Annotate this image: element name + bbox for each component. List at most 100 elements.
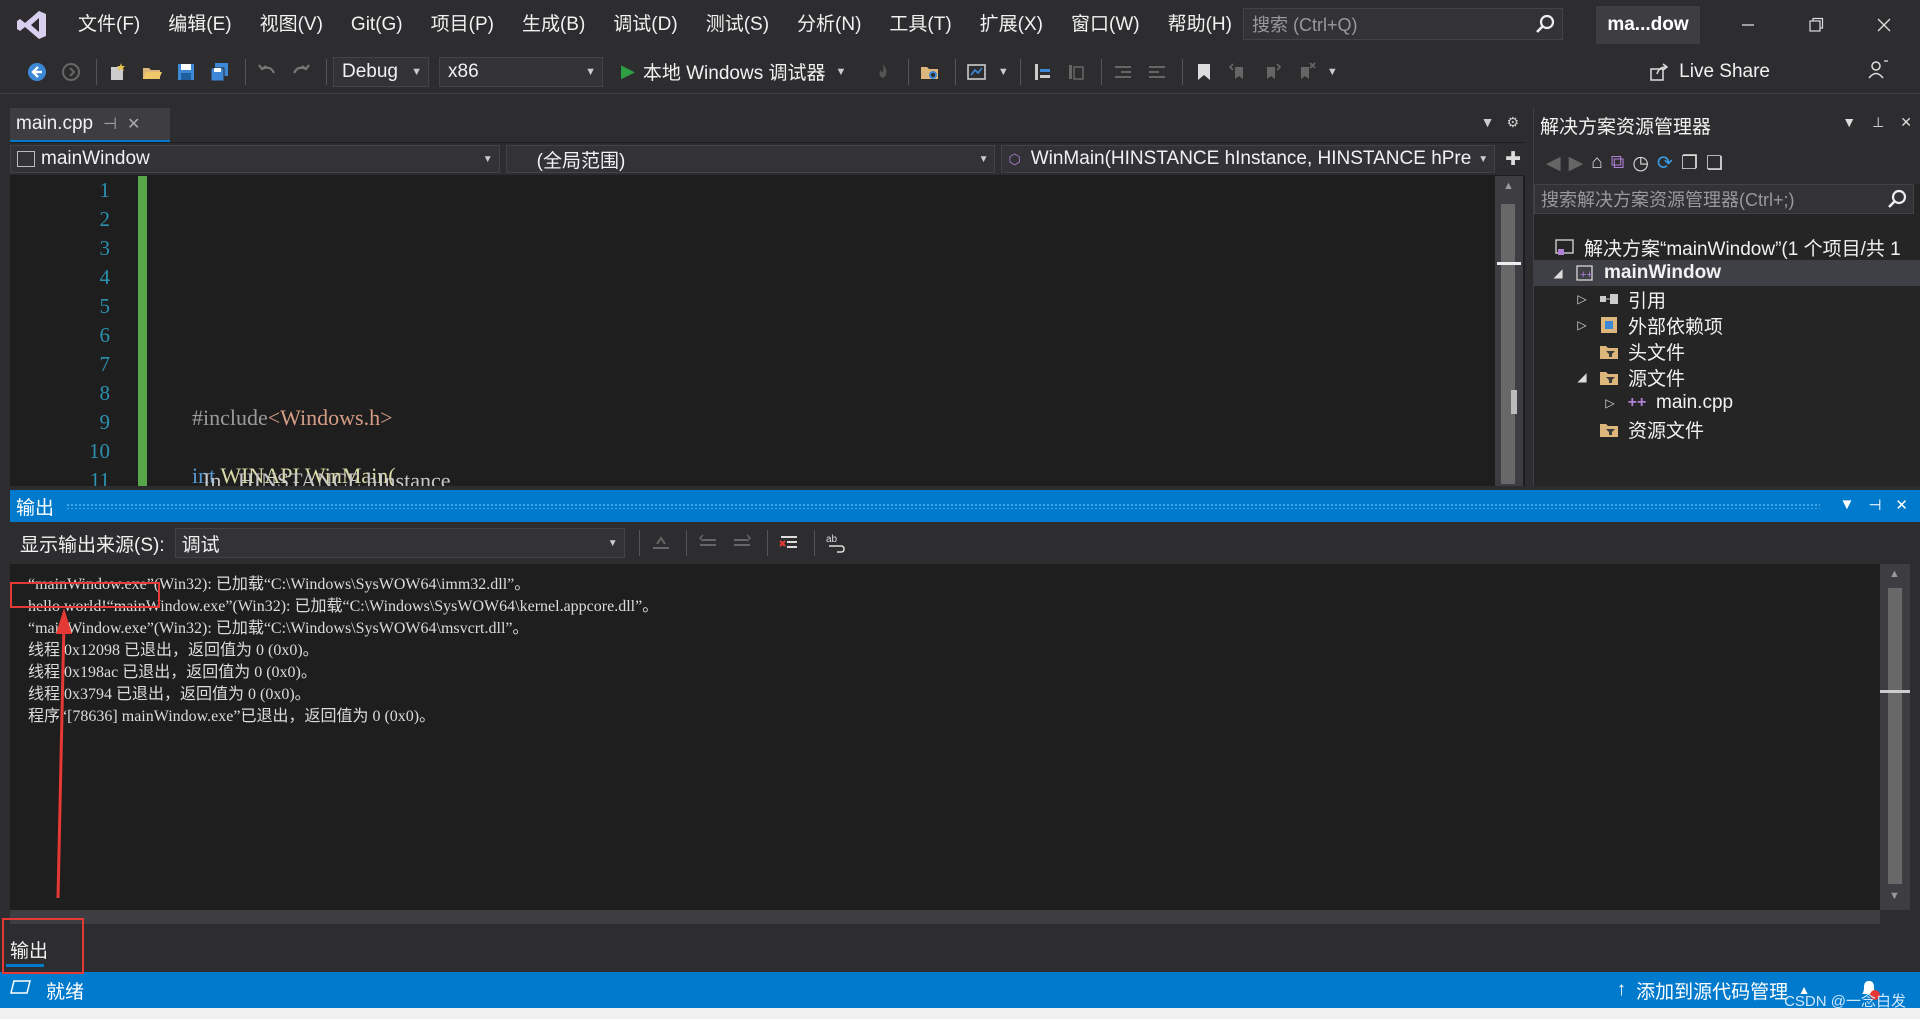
save-all-button[interactable]: [205, 57, 235, 87]
scroll-up-icon[interactable]: ▲: [1503, 180, 1514, 192]
find-message-button[interactable]: [646, 528, 676, 558]
menu-build[interactable]: 生成(B): [508, 0, 599, 50]
toggle-word-wrap-button[interactable]: ab: [821, 528, 851, 558]
split-editor-icon[interactable]: ✚: [1501, 148, 1525, 171]
project-select[interactable]: mainWindow ▼: [10, 145, 500, 173]
new-project-button[interactable]: [103, 57, 133, 87]
comment-button[interactable]: [1061, 57, 1091, 87]
back-button[interactable]: [22, 57, 52, 87]
pin-icon[interactable]: ⊣: [103, 114, 117, 134]
menu-edit[interactable]: 编辑(E): [154, 0, 245, 50]
close-icon[interactable]: ✕: [1895, 496, 1908, 514]
back-arrow-icon[interactable]: ◀: [1546, 152, 1561, 175]
switch-view-icon[interactable]: ⧉: [1611, 152, 1625, 174]
tree-item-main-cpp[interactable]: ▷ ++ main.cpp: [1602, 390, 1733, 416]
tab-main-cpp[interactable]: main.cpp ⊣ ✕: [10, 108, 170, 142]
clear-all-button[interactable]: [774, 528, 804, 558]
minimize-button[interactable]: [1714, 0, 1782, 50]
next-bookmark-button[interactable]: [1257, 57, 1287, 87]
undo-button[interactable]: [252, 57, 282, 87]
expanded-arrow-icon[interactable]: ◢: [1574, 370, 1590, 384]
toolbar-overflow-button[interactable]: ▼: [996, 57, 1010, 87]
pin-icon[interactable]: ⊥: [1872, 114, 1884, 131]
chevron-down-icon[interactable]: ▼: [835, 66, 846, 78]
menu-project[interactable]: 项目(P): [417, 0, 508, 50]
home-icon[interactable]: ⌂: [1591, 152, 1602, 174]
feedback-button[interactable]: [1866, 58, 1890, 88]
start-debugging-button[interactable]: ▶ 本地 Windows 调试器 ▼: [613, 57, 854, 87]
scroll-thumb[interactable]: [1501, 204, 1515, 484]
expanded-arrow-icon[interactable]: ◢: [1550, 266, 1566, 280]
menu-git[interactable]: Git(G): [337, 0, 417, 50]
open-folder-button[interactable]: [915, 57, 945, 87]
restore-button[interactable]: [1782, 0, 1850, 50]
toolbar-customize-button[interactable]: ▼: [1325, 57, 1339, 87]
forward-arrow-icon[interactable]: ▶: [1569, 152, 1584, 175]
tree-item-header-files[interactable]: 头文件: [1598, 338, 1685, 364]
scope-select[interactable]: (全局范围) ▼: [505, 145, 996, 173]
close-window-button[interactable]: [1850, 0, 1918, 50]
menu-help[interactable]: 帮助(H): [1154, 0, 1246, 50]
menu-test[interactable]: 测试(S): [692, 0, 783, 50]
solution-configuration-select[interactable]: Debug ▼: [333, 56, 429, 87]
scroll-thumb[interactable]: [1888, 588, 1902, 884]
editor-vertical-scrollbar[interactable]: ▲: [1495, 176, 1523, 486]
indent-button[interactable]: [1142, 57, 1172, 87]
visual-studio-logo-icon[interactable]: [0, 0, 64, 50]
tree-item-project[interactable]: ◢ ++ mainWindow: [1534, 260, 1920, 286]
history-icon[interactable]: ◷: [1632, 152, 1649, 175]
previous-bookmark-button[interactable]: [1223, 57, 1253, 87]
collapsed-arrow-icon[interactable]: ▷: [1574, 318, 1590, 332]
collapsed-arrow-icon[interactable]: ▷: [1602, 396, 1618, 410]
save-button[interactable]: [171, 57, 201, 87]
collapse-all-icon[interactable]: ❐: [1681, 152, 1698, 175]
open-file-button[interactable]: [137, 57, 167, 87]
tab-list-dropdown-icon[interactable]: ▼: [1481, 114, 1495, 131]
search-input[interactable]: 搜索 (Ctrl+Q): [1243, 8, 1563, 40]
code-editor[interactable]: 1 2 3 4 5 6 7 8 9 10 11 #include<Windows…: [10, 176, 1495, 486]
tree-item-references[interactable]: ▷ 引用: [1574, 286, 1666, 312]
refresh-icon[interactable]: ⟳: [1657, 152, 1673, 175]
menu-view[interactable]: 视图(V): [246, 0, 337, 50]
collapsed-arrow-icon[interactable]: ▷: [1574, 292, 1590, 306]
output-text-area[interactable]: “mainWindow.exe”(Win32): 已加载“C:\Windows\…: [10, 564, 1880, 910]
close-icon[interactable]: ✕: [127, 114, 140, 134]
menu-debug[interactable]: 调试(D): [599, 0, 691, 50]
menu-extensions[interactable]: 扩展(X): [966, 0, 1057, 50]
pin-icon[interactable]: ⊣: [1868, 496, 1881, 514]
tree-item-external-dependencies[interactable]: ▷ 外部依赖项: [1574, 312, 1723, 338]
menu-window[interactable]: 窗口(W): [1057, 0, 1154, 50]
forward-button[interactable]: [56, 57, 86, 87]
tree-item-source-files[interactable]: ◢ 源文件: [1574, 364, 1685, 390]
clear-bookmarks-button[interactable]: [1291, 57, 1321, 87]
hot-reload-button[interactable]: [868, 57, 898, 87]
output-vertical-scrollbar[interactable]: ▲ ▼: [1880, 564, 1910, 910]
outdent-button[interactable]: [1108, 57, 1138, 87]
panel-options-icon[interactable]: ▼: [1839, 496, 1854, 514]
output-source-select[interactable]: 调试 ▼: [174, 528, 625, 558]
browser-link-button[interactable]: [962, 57, 992, 87]
menu-tools[interactable]: 工具(T): [875, 0, 965, 50]
tree-item-resource-files[interactable]: 资源文件: [1598, 416, 1704, 442]
menu-file[interactable]: 文件(F): [64, 0, 154, 50]
output-window-icon[interactable]: [10, 979, 32, 1001]
show-all-files-icon[interactable]: ❏: [1706, 152, 1723, 175]
add-to-source-control-button[interactable]: ↑ 添加到源代码管理 ▲: [1617, 977, 1810, 1004]
gear-icon[interactable]: ⚙: [1506, 114, 1519, 131]
redo-button[interactable]: [286, 57, 316, 87]
live-share-button[interactable]: Live Share: [1649, 56, 1770, 88]
next-message-button[interactable]: [727, 528, 757, 558]
bookmark-button[interactable]: [1189, 57, 1219, 87]
scroll-down-icon[interactable]: ▼: [1889, 890, 1900, 902]
close-icon[interactable]: ✕: [1900, 114, 1912, 131]
step-into-button[interactable]: [1027, 57, 1057, 87]
panel-options-icon[interactable]: ▼: [1842, 114, 1856, 131]
member-select[interactable]: ⬡ WinMain(HINSTANCE hInstance, HINSTANCE…: [1001, 145, 1496, 173]
menu-analyze[interactable]: 分析(N): [783, 0, 875, 50]
previous-message-button[interactable]: [693, 528, 723, 558]
drag-grip[interactable]: [66, 503, 1820, 509]
solution-platform-select[interactable]: x86 ▼: [439, 56, 603, 87]
output-horizontal-scrollbar[interactable]: [10, 910, 1880, 924]
tree-item-solution[interactable]: 解决方案“mainWindow”(1 个项目/共 1: [1554, 234, 1901, 260]
scroll-up-icon[interactable]: ▲: [1889, 568, 1900, 580]
